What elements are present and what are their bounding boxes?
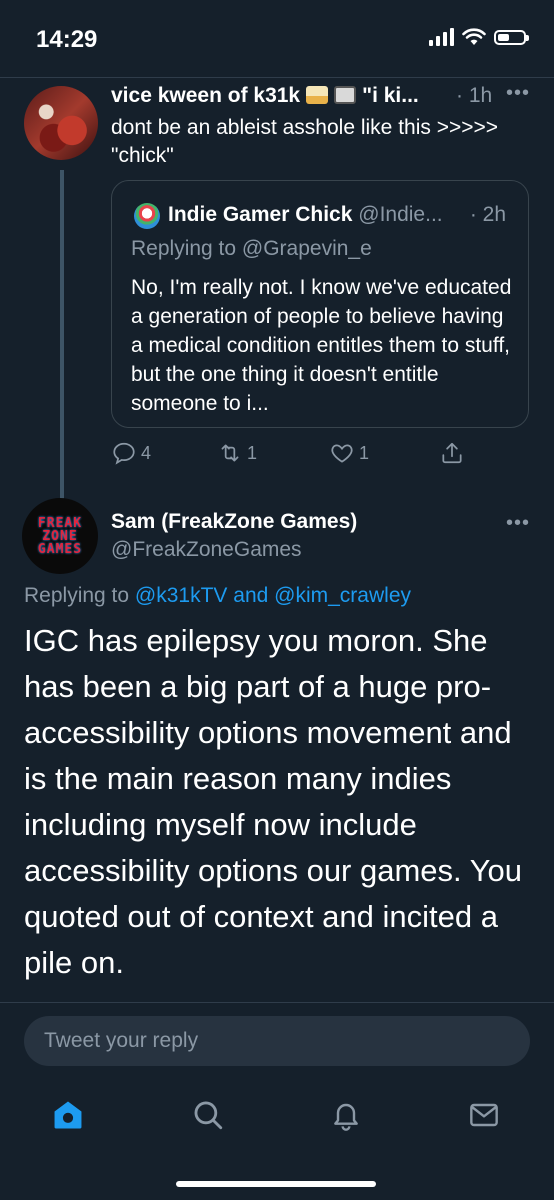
more-options-icon[interactable]: ••• (506, 82, 530, 105)
signal-icon (429, 28, 454, 46)
quote-avatar (134, 203, 160, 229)
mention-link[interactable]: @k31kTV (135, 584, 228, 607)
quote-text: No, I'm really not. I know we've educate… (131, 276, 512, 415)
reply-count: 4 (141, 442, 152, 463)
avatar-logo-line: ZONE (42, 528, 78, 544)
avatar[interactable] (24, 86, 98, 160)
user-handle[interactable]: @FreakZoneGames (111, 538, 302, 562)
search-icon (194, 1101, 223, 1130)
tweet-body: IGC has epilepsy you moron. She has been… (24, 623, 523, 980)
divider (0, 1002, 554, 1003)
mention-and[interactable]: and (233, 584, 268, 607)
heart-icon (331, 444, 353, 463)
quote-replying-to: Replying to @Grapevin_e (131, 237, 372, 260)
display-name-tail[interactable]: "i ki... (362, 84, 419, 107)
display-name[interactable]: Sam (FreakZone Games) (111, 510, 357, 534)
home-indicator[interactable] (176, 1181, 376, 1187)
tweet-actions: 4 1 1 (111, 440, 531, 470)
retweet-icon (221, 444, 239, 462)
reply-input[interactable] (42, 1028, 516, 1054)
battery-icon (494, 29, 529, 45)
quoted-tweet[interactable]: Indie Gamer Chick @Indie... · 2h Replyin… (111, 180, 529, 428)
nav-home[interactable] (48, 1090, 88, 1140)
nav-messages[interactable] (464, 1090, 504, 1140)
status-bar: 14:29 (0, 0, 554, 80)
like-button[interactable]: 1 (329, 440, 369, 466)
bottom-nav (0, 1090, 554, 1140)
replying-to: Replying to @k31kTV and @kim_crawley (24, 584, 411, 608)
share-icon (442, 442, 462, 464)
home-icon (54, 1101, 82, 1129)
reply-composer[interactable] (24, 1016, 530, 1066)
status-icons (429, 28, 529, 46)
quote-handle: @Indie... (358, 203, 443, 226)
more-options-icon[interactable]: ••• (506, 512, 530, 535)
mention-link[interactable]: @kim_crawley (274, 584, 411, 607)
quote-header: Indie Gamer Chick @Indie... (168, 203, 443, 227)
replying-label: Replying to (24, 584, 130, 607)
nav-search[interactable] (188, 1090, 228, 1140)
nav-notifications[interactable] (326, 1090, 366, 1140)
status-time: 14:29 (36, 26, 98, 53)
display-name[interactable]: vice kween of k31k (111, 84, 300, 107)
retweet-button[interactable]: 1 (217, 440, 257, 466)
wifi-icon (462, 28, 486, 45)
bell-icon (334, 1103, 358, 1131)
like-count: 1 (359, 442, 370, 463)
divider (0, 77, 554, 78)
tv-emoji-icon (334, 86, 357, 104)
quote-time: · 2h (469, 203, 506, 226)
tweet-text: dont be an ableist asshole like this >>>… (111, 116, 499, 167)
mail-icon (470, 1103, 498, 1127)
avatar-logo-line: FREAK (37, 515, 83, 531)
avatar[interactable]: FREAK ZONE GAMES (22, 498, 98, 574)
share-button[interactable] (439, 440, 465, 466)
quote-display-name: Indie Gamer Chick (168, 203, 353, 226)
reply-button[interactable]: 4 (111, 440, 151, 466)
tweet-time: · 1h (456, 84, 493, 107)
reply-icon (113, 442, 135, 465)
cake-emoji-icon (306, 86, 329, 104)
avatar-logo-line: GAMES (37, 541, 83, 557)
tweet-header: vice kween of k31k "i ki... · 1h (111, 84, 531, 114)
retweet-count: 1 (247, 442, 258, 463)
